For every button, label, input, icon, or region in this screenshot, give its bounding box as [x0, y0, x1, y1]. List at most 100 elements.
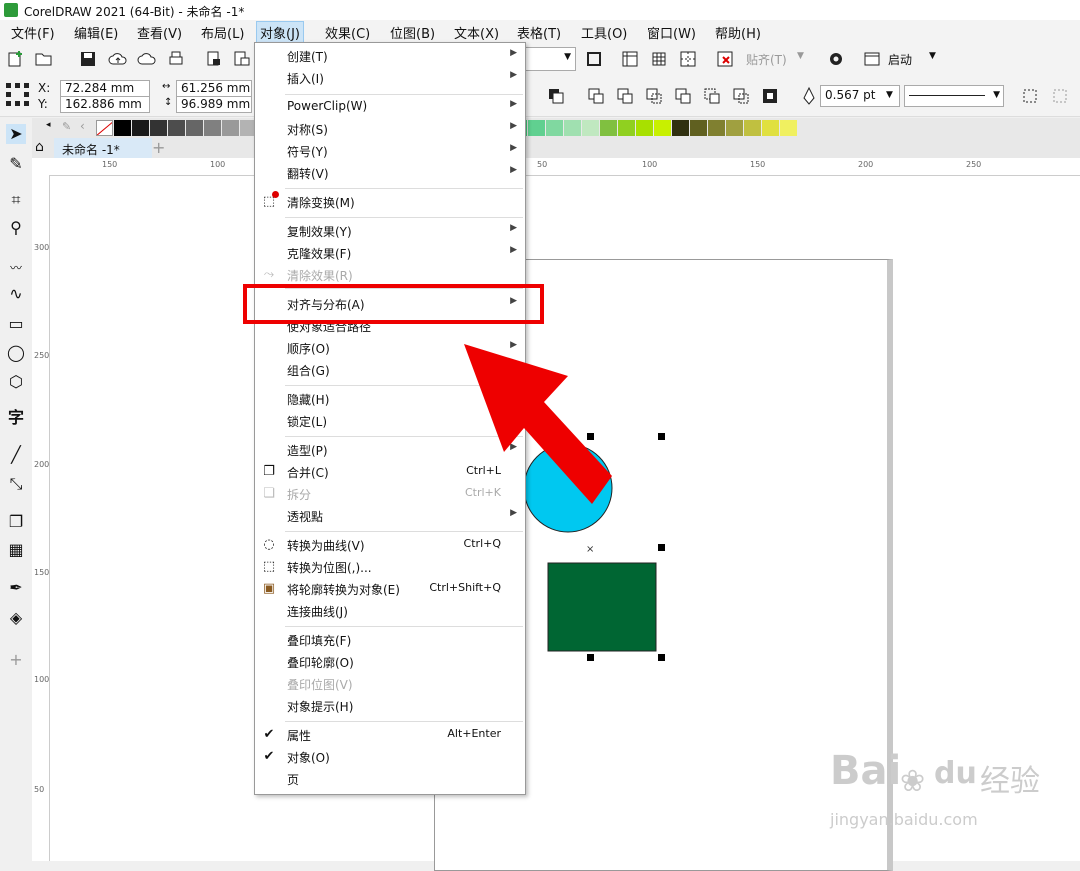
menu-item-overprint-fill[interactable]: 叠印填充(F) — [255, 630, 525, 650]
menu-text[interactable]: 文本(X) — [451, 23, 502, 42]
print-icon[interactable] — [166, 49, 186, 69]
menu-item-overprint-outline[interactable]: 叠印轮廓(O) — [255, 652, 525, 672]
artistic-media-icon[interactable]: ∿ — [6, 284, 26, 304]
palette-swatch[interactable] — [546, 120, 563, 136]
palette-swatch[interactable] — [114, 120, 131, 136]
export-icon[interactable] — [232, 49, 252, 69]
palette-swatch[interactable] — [132, 120, 149, 136]
menu-item-convert-to-curves[interactable]: ◌ 转换为曲线(V) Ctrl+Q — [255, 535, 525, 555]
palette-swatch[interactable] — [672, 120, 689, 136]
menu-help[interactable]: 帮助(H) — [712, 23, 764, 42]
new-document-icon[interactable] — [6, 49, 26, 69]
menu-layout[interactable]: 布局(L) — [198, 23, 247, 42]
menu-view[interactable]: 查看(V) — [134, 23, 185, 42]
drop-shadow-icon[interactable]: ❐ — [6, 512, 26, 532]
wrap-text-icon[interactable] — [1020, 86, 1040, 106]
snap-off-icon[interactable] — [715, 49, 735, 69]
shape-tool-icon[interactable]: ✎ — [6, 154, 26, 174]
menu-item-join-curves[interactable]: 连接曲线(J) — [255, 601, 525, 621]
menu-effects[interactable]: 效果(C) — [322, 23, 373, 42]
horizontal-ruler[interactable]: 150 100 50 100 150 200 250 — [32, 158, 1080, 176]
cloud-icon[interactable] — [137, 49, 157, 69]
palette-swatch[interactable] — [744, 120, 761, 136]
menu-item-object-hints[interactable]: 对象提示(H) — [255, 696, 525, 716]
rulers-icon[interactable] — [620, 49, 640, 69]
pick-tool-icon[interactable]: ➤ — [6, 124, 26, 144]
palette-swatch[interactable] — [690, 120, 707, 136]
menu-item-objects[interactable]: ✔ 对象(O) — [255, 747, 525, 767]
menu-item-overprint-bitmap[interactable]: 叠印位图(V) — [255, 674, 525, 694]
back-minus-front-icon[interactable] — [731, 86, 751, 106]
launch-icon[interactable] — [862, 49, 882, 69]
weld-icon[interactable] — [586, 86, 606, 106]
zoom-level-dropdown[interactable]: ▼ — [524, 47, 576, 71]
palette-swatch[interactable] — [762, 120, 779, 136]
open-icon[interactable] — [34, 49, 54, 69]
menu-item-powerclip[interactable]: PowerClip(W) ▶ — [255, 97, 525, 117]
snap-dropdown-arrow-icon[interactable]: ▼ — [797, 51, 804, 61]
menu-table[interactable]: 表格(T) — [514, 23, 564, 42]
palette-expand-icon[interactable]: ‹ — [80, 119, 85, 133]
palette-swatch[interactable] — [528, 120, 545, 136]
zoom-tool-icon[interactable]: ⚲ — [6, 218, 26, 238]
menu-item-pages[interactable]: 页 — [255, 769, 525, 789]
palette-scroll-left-icon[interactable]: ◂ — [46, 120, 51, 130]
menu-item-clone-effect[interactable]: 克隆效果(F) ▶ — [255, 243, 525, 263]
palette-swatch[interactable] — [618, 120, 635, 136]
palette-swatch[interactable] — [600, 120, 617, 136]
menu-item-flip[interactable]: 翻转(V) ▶ — [255, 163, 525, 183]
menu-tools[interactable]: 工具(O) — [578, 23, 630, 42]
grid-icon[interactable] — [649, 49, 669, 69]
interactive-fill-icon[interactable]: ◈ — [6, 608, 26, 628]
crop-tool-icon[interactable]: ⌗ — [6, 190, 26, 210]
palette-swatch[interactable] — [780, 120, 797, 136]
vertical-ruler[interactable]: 300 250 200 150 100 50 — [32, 175, 50, 861]
ellipse-tool-icon[interactable]: ◯ — [6, 343, 26, 363]
palette-swatch[interactable] — [150, 120, 167, 136]
palette-swatch[interactable] — [708, 120, 725, 136]
upload-cloud-icon[interactable] — [108, 49, 128, 69]
y-position-field[interactable]: 162.886 mm — [60, 96, 150, 113]
options-gear-icon[interactable] — [826, 49, 846, 69]
simplify-icon[interactable] — [673, 86, 693, 106]
transparency-icon[interactable]: ▦ — [6, 540, 26, 560]
snap-to-dropdown[interactable]: 贴齐(T) — [746, 51, 787, 68]
no-color-swatch[interactable] — [96, 120, 113, 136]
menu-item-insert[interactable]: 插入(I) ▶ — [255, 68, 525, 88]
menu-item-copy-effect[interactable]: 复制效果(Y) ▶ — [255, 221, 525, 241]
palette-swatch[interactable] — [636, 120, 653, 136]
intersect-icon[interactable] — [644, 86, 664, 106]
document-tab[interactable]: 未命名 -1* — [54, 138, 152, 158]
menu-item-clear-effect[interactable]: ⤳ 清除效果(R) — [255, 265, 525, 285]
menu-file[interactable]: 文件(F) — [8, 23, 58, 42]
palette-swatch[interactable] — [222, 120, 239, 136]
menu-bitmaps[interactable]: 位图(B) — [387, 23, 438, 42]
trim-icon[interactable] — [615, 86, 635, 106]
palette-swatch[interactable] — [168, 120, 185, 136]
menu-item-symbol[interactable]: 符号(Y) ▶ — [255, 141, 525, 161]
full-screen-icon[interactable] — [584, 49, 604, 69]
guidelines-icon[interactable] — [678, 49, 698, 69]
palette-swatch[interactable] — [726, 120, 743, 136]
front-minus-back-icon[interactable] — [702, 86, 722, 106]
menu-item-symmetry[interactable]: 对称(S) ▶ — [255, 119, 525, 139]
x-position-field[interactable]: 72.284 mm — [60, 80, 150, 97]
palette-swatch[interactable] — [582, 120, 599, 136]
height-field[interactable]: 96.989 mm — [176, 96, 252, 113]
freehand-tool-icon[interactable]: 〰 — [6, 258, 26, 278]
parallel-dimension-icon[interactable]: ╱ — [6, 445, 26, 465]
menu-item-outline-to-object[interactable]: ▣ 将轮廓转换为对象(E) Ctrl+Shift+Q — [255, 579, 525, 599]
create-boundary-icon[interactable] — [760, 86, 780, 106]
order-icon[interactable] — [546, 86, 566, 106]
palette-eyedropper-icon[interactable]: ✎ — [62, 120, 71, 133]
line-style-dropdown[interactable]: ▼ — [904, 85, 1004, 107]
menu-edit[interactable]: 编辑(E) — [71, 23, 121, 42]
menu-object[interactable]: 对象(J) — [256, 21, 304, 44]
home-icon[interactable]: ⌂ — [35, 139, 44, 155]
palette-swatch[interactable] — [204, 120, 221, 136]
launch-dropdown-icon[interactable]: ▼ — [929, 51, 936, 61]
save-icon[interactable] — [78, 49, 98, 69]
menu-item-create[interactable]: 创建(T) ▶ — [255, 46, 525, 66]
import-icon[interactable] — [204, 49, 224, 69]
connector-tool-icon[interactable]: ⤡ — [6, 474, 26, 494]
